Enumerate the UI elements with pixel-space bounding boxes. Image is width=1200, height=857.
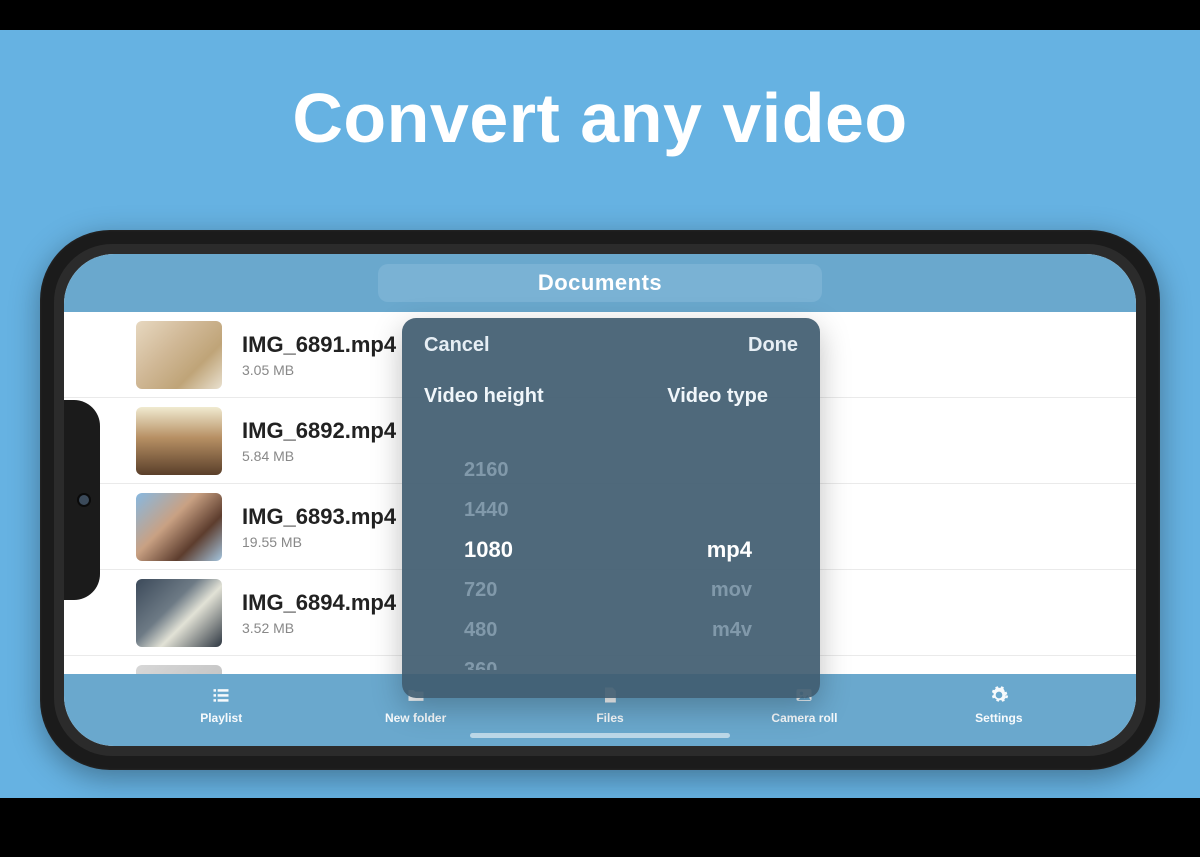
- device-notch: [64, 400, 100, 600]
- file-name: IMG_6893.mp4: [242, 504, 396, 530]
- list-icon: [210, 685, 232, 708]
- video-type-picker[interactable]: mp4movm4v: [611, 430, 798, 670]
- video-thumbnail: [136, 579, 222, 647]
- convert-options-sheet: Cancel Done Video height Video type 2160…: [402, 318, 820, 698]
- picker-option-type[interactable]: m4v: [611, 610, 798, 650]
- picker-option-height[interactable]: 1080: [424, 530, 611, 570]
- video-thumbnail: [136, 407, 222, 475]
- picker-option-height[interactable]: 720: [424, 570, 611, 610]
- file-size: 19.55 MB: [242, 534, 396, 550]
- picker-option-height[interactable]: 1440: [424, 490, 611, 530]
- picker-option-type[interactable]: mp4: [611, 530, 798, 570]
- picker-option-height[interactable]: 2160: [424, 450, 611, 490]
- file-name: IMG_6892.mp4: [242, 418, 396, 444]
- tab-settings[interactable]: Settings: [902, 685, 1096, 725]
- tab-label: Camera roll: [771, 711, 837, 725]
- marketing-headline: Convert any video: [0, 78, 1200, 158]
- file-size: 5.84 MB: [242, 448, 396, 464]
- tab-label: Files: [596, 711, 623, 725]
- phone-frame: Documents IMG_6891.mp4 3.05 MB: [40, 230, 1160, 770]
- picker-option-height[interactable]: 480: [424, 610, 611, 650]
- file-name: IMG_6891.mp4: [242, 332, 396, 358]
- home-indicator[interactable]: [470, 733, 730, 738]
- gear-icon: [988, 685, 1010, 708]
- video-height-label: Video height: [424, 385, 596, 408]
- video-thumbnail: [136, 321, 222, 389]
- file-name: IMG_6894.mp4: [242, 590, 396, 616]
- picker-option-type[interactable]: mov: [611, 570, 798, 610]
- tab-label: Playlist: [200, 711, 242, 725]
- camera-dot: [79, 495, 89, 505]
- done-button[interactable]: Done: [748, 334, 798, 357]
- device-screen: Documents IMG_6891.mp4 3.05 MB: [64, 254, 1136, 746]
- tab-label: Settings: [975, 711, 1022, 725]
- picker-option-height[interactable]: 360: [424, 650, 611, 670]
- phone-bezel: Documents IMG_6891.mp4 3.05 MB: [54, 244, 1146, 756]
- tab-label: New folder: [385, 711, 446, 725]
- tab-playlist[interactable]: Playlist: [124, 685, 318, 725]
- file-size: 3.52 MB: [242, 620, 396, 636]
- video-thumbnail: [136, 665, 222, 675]
- hero-panel: Convert any video Documents: [0, 30, 1200, 798]
- file-size: 3.05 MB: [242, 362, 396, 378]
- video-type-label: Video type: [596, 385, 798, 408]
- video-thumbnail: [136, 493, 222, 561]
- cancel-button[interactable]: Cancel: [424, 334, 490, 357]
- video-height-picker[interactable]: 216014401080720480360: [424, 430, 611, 670]
- app-store-screenshot: Convert any video Documents: [0, 0, 1200, 857]
- page-title: Documents: [378, 264, 822, 302]
- navigation-bar: Documents: [64, 254, 1136, 312]
